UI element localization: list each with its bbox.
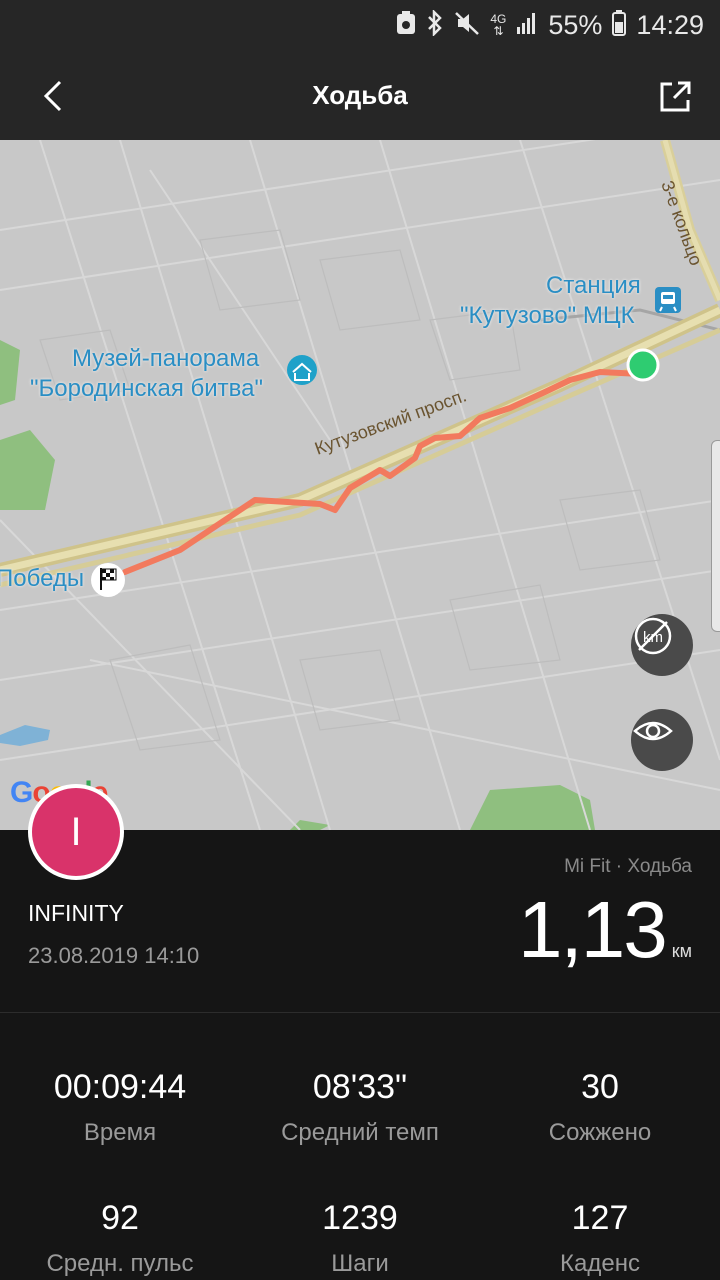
km-markers-toggle-button[interactable]: km: [631, 614, 693, 676]
workout-source: Mi Fit · Ходьба: [564, 856, 692, 877]
poi-museum-label-line2[interactable]: "Бородинская битва": [30, 374, 263, 404]
eye-icon: [633, 721, 673, 741]
stat-avg-heart-rate: 92 Средн. пульс: [0, 1199, 240, 1278]
map-canvas: [0, 140, 720, 830]
stat-label: Время: [83, 1119, 157, 1146]
finish-flag-icon[interactable]: [91, 563, 125, 597]
share-icon: [660, 81, 691, 112]
workout-datetime: 23.08.2019 14:10: [28, 943, 200, 968]
side-drawer-handle[interactable]: [711, 440, 720, 632]
stat-label: Шаги: [331, 1250, 389, 1277]
start-marker[interactable]: [626, 348, 660, 382]
street-label-pobedy: Победы: [0, 565, 85, 592]
avatar[interactable]: I: [28, 784, 124, 880]
stat-steps: 1239 Шаги: [240, 1199, 480, 1278]
stat-value: 08'33": [312, 1068, 408, 1106]
battery-icon: [612, 9, 627, 41]
stat-label: Сожжено: [548, 1119, 652, 1146]
app-bar: Ходьба: [0, 52, 720, 140]
stat-calories: 30 Сожжено: [480, 1068, 720, 1147]
stat-value: 00:09:44: [53, 1068, 187, 1106]
stat-value: 30: [581, 1068, 619, 1106]
signal-icon: [516, 11, 538, 40]
network-type-icon: 4G ⇅: [490, 12, 507, 38]
distance-value: 1,13: [518, 885, 668, 974]
train-station-icon[interactable]: [655, 287, 681, 313]
status-bar: 4G ⇅ 55% 14:29: [0, 0, 720, 52]
share-button[interactable]: [652, 74, 696, 118]
view-toggle-button[interactable]: [631, 709, 693, 771]
user-name: INFINITY: [28, 900, 124, 926]
page-title: Ходьба: [312, 80, 408, 110]
stat-label: Каденс: [560, 1250, 640, 1277]
museum-icon[interactable]: [287, 355, 317, 385]
stat-label: Средн. пульс: [46, 1250, 194, 1277]
route-map[interactable]: Музей-панорама "Бородинская битва" Станц…: [0, 140, 720, 830]
poi-station-label-line2[interactable]: "Кутузово" МЦК: [460, 301, 635, 331]
distance-display: 1,13 км: [518, 888, 692, 972]
nfc-icon: [396, 10, 416, 40]
stat-value: 127: [571, 1199, 629, 1237]
poi-station-label-line1[interactable]: Станция: [546, 271, 641, 301]
bluetooth-icon: [426, 8, 444, 41]
stat-value: 92: [101, 1199, 139, 1237]
km-off-icon: km: [634, 617, 672, 655]
stat-value: 1239: [322, 1199, 398, 1237]
mute-icon: [454, 10, 480, 41]
stat-cadence: 127 Каденс: [480, 1199, 720, 1278]
clock: 14:29: [636, 9, 704, 40]
stat-label: Средний темп: [281, 1119, 439, 1146]
stat-avg-pace: 08'33" Средний темп: [240, 1068, 480, 1147]
divider: [0, 1012, 720, 1013]
distance-unit: км: [671, 941, 692, 961]
battery-percent: 55%: [548, 9, 603, 40]
stat-duration: 00:09:44 Время: [0, 1068, 240, 1147]
poi-museum-label-line1[interactable]: Музей-панорама: [72, 344, 259, 374]
